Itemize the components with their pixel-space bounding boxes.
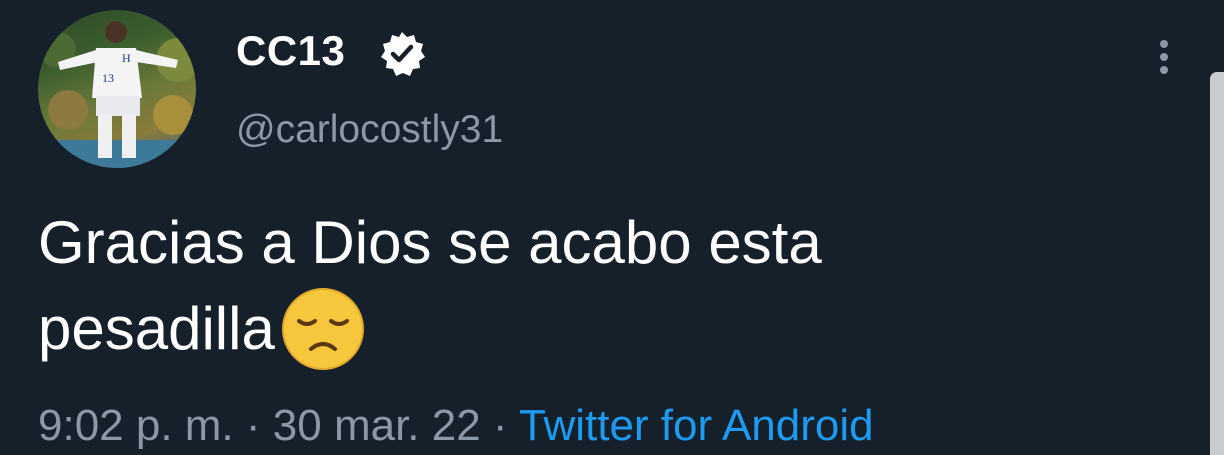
tweet-text-line-1: Gracias a Dios se acabo esta: [38, 209, 822, 276]
meta-separator: ·: [480, 401, 519, 450]
tweet-date[interactable]: 30 mar. 22: [273, 401, 481, 450]
disappointed-face-icon: [281, 288, 364, 370]
tweet-text-line-2-text: pesadilla: [38, 295, 275, 362]
meta-separator: ·: [233, 401, 273, 450]
more-options-icon[interactable]: [1150, 36, 1178, 82]
display-name[interactable]: CC13: [236, 26, 345, 76]
scrollbar[interactable]: [1210, 72, 1224, 455]
svg-text:H: H: [122, 51, 131, 65]
user-handle[interactable]: @carlocostly31: [236, 106, 503, 154]
svg-text:13: 13: [102, 71, 114, 85]
tweet-source-link[interactable]: Twitter for Android: [519, 401, 874, 450]
tweet-time[interactable]: 9:02 p. m.: [38, 401, 234, 450]
tweet-text-line-2: pesadilla: [38, 286, 1138, 372]
tweet-text: Gracias a Dios se acabo esta pesadilla: [38, 200, 1138, 372]
verified-badge-icon: [381, 32, 425, 76]
avatar[interactable]: 13 H: [38, 10, 196, 168]
tweet-meta: 9:02 p. m. · 30 mar. 22 · Twitter for An…: [38, 398, 874, 454]
